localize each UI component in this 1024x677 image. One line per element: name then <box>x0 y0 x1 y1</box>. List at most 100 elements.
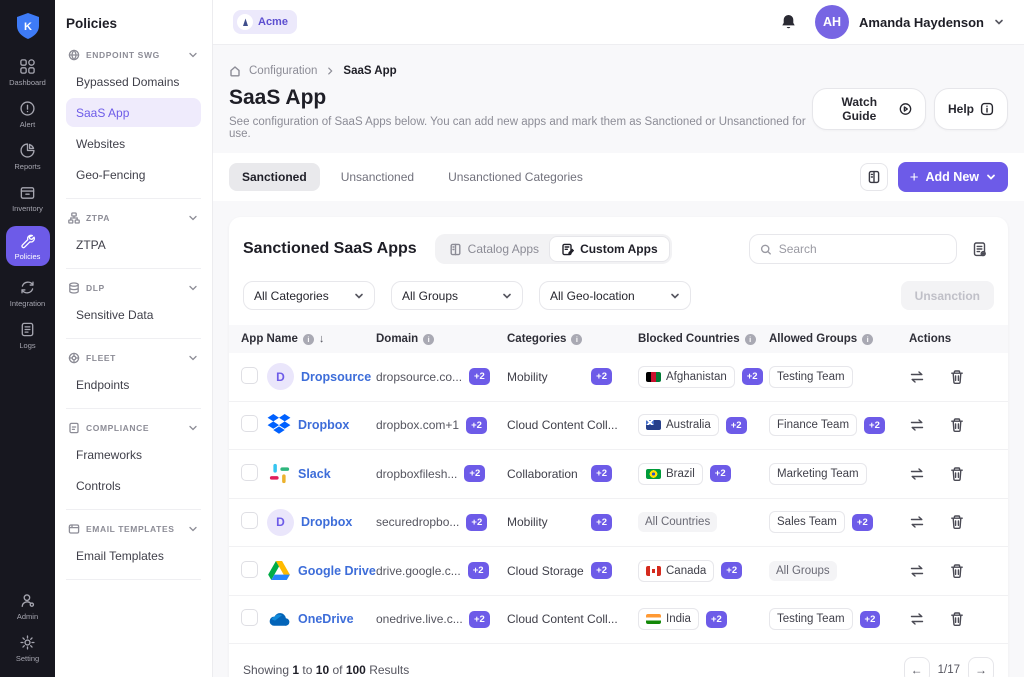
section-email-templates[interactable]: EMAIL TEMPLATES <box>66 519 201 539</box>
next-page-button[interactable]: → <box>968 657 994 677</box>
org-switcher[interactable]: Acme <box>233 10 297 34</box>
add-new-button[interactable]: + Add New <box>898 162 1008 192</box>
app-name-link[interactable]: Dropsource <box>301 370 371 384</box>
flag-afghanistan-icon <box>646 372 661 382</box>
more-badge[interactable]: +2 <box>864 417 885 434</box>
notifications-bell-icon[interactable] <box>780 13 797 31</box>
delete-button[interactable] <box>949 369 965 385</box>
search-input[interactable] <box>779 242 946 256</box>
tab-unsanctioned[interactable]: Unsanctioned <box>328 163 427 191</box>
tab-sanctioned[interactable]: Sanctioned <box>229 163 320 191</box>
svg-text:K: K <box>24 21 32 33</box>
more-badge[interactable]: +2 <box>469 611 490 628</box>
transfer-button[interactable] <box>909 611 925 627</box>
more-badge[interactable]: +2 <box>726 417 747 434</box>
notes-button[interactable] <box>860 163 888 191</box>
row-checkbox[interactable] <box>241 609 258 626</box>
section-compliance[interactable]: COMPLIANCE <box>66 418 201 438</box>
sidebar-item-ztpa[interactable]: ZTPA <box>66 230 201 259</box>
sidebar-item-websites[interactable]: Websites <box>66 129 201 158</box>
more-badge[interactable]: +2 <box>466 514 487 531</box>
sidebar-item-logs[interactable]: Logs <box>19 321 36 350</box>
search-field[interactable] <box>749 234 957 264</box>
app-name-link[interactable]: Slack <box>298 467 331 481</box>
row-checkbox[interactable] <box>241 464 258 481</box>
catalog-apps-button[interactable]: Catalog Apps <box>438 237 550 261</box>
breadcrumb-current: SaaS App <box>343 65 396 77</box>
sidebar-item-dashboard[interactable]: Dashboard <box>9 58 46 87</box>
custom-apps-button[interactable]: Custom Apps <box>549 236 670 262</box>
row-checkbox[interactable] <box>241 415 258 432</box>
delete-button[interactable] <box>949 611 965 627</box>
app-name-link[interactable]: Dropbox <box>298 418 349 432</box>
tab-unsanctioned-categories[interactable]: Unsanctioned Categories <box>435 163 596 191</box>
audit-log-button[interactable] <box>971 241 988 258</box>
help-button[interactable]: Help <box>934 88 1008 130</box>
sidebar-item-reports[interactable]: Reports <box>14 142 40 171</box>
reports-icon <box>19 142 36 159</box>
transfer-button[interactable] <box>909 369 925 385</box>
groups-filter[interactable]: All Groups <box>391 281 523 310</box>
categories-filter[interactable]: All Categories <box>243 281 375 310</box>
table-header: App Namei↓ Domaini Categoriesi Blocked C… <box>229 325 1008 353</box>
info-square-icon <box>980 102 994 116</box>
app-name-link[interactable]: Dropbox <box>301 515 352 529</box>
group-chip: Marketing Team <box>769 463 867 485</box>
delete-button[interactable] <box>949 417 965 433</box>
sidebar-item-alert[interactable]: Alert <box>19 100 36 129</box>
row-checkbox[interactable] <box>241 367 258 384</box>
prev-page-button[interactable]: ← <box>904 657 930 677</box>
more-badge[interactable]: +2 <box>721 562 742 579</box>
section-ztpa[interactable]: ZTPA <box>66 208 201 228</box>
sidebar-item-inventory[interactable]: Inventory <box>12 184 43 213</box>
more-badge[interactable]: +2 <box>591 465 612 482</box>
more-badge[interactable]: +2 <box>464 465 485 482</box>
row-checkbox[interactable] <box>241 561 258 578</box>
transfer-button[interactable] <box>909 563 925 579</box>
sidebar-item-endpoints[interactable]: Endpoints <box>66 370 201 399</box>
sidebar-item-setting[interactable]: Setting <box>16 634 39 663</box>
more-badge[interactable]: +2 <box>710 465 731 482</box>
section-endpoint-swg[interactable]: ENDPOINT SWG <box>66 45 201 65</box>
sidebar-item-saas-app[interactable]: SaaS App <box>66 98 201 127</box>
row-checkbox[interactable] <box>241 512 258 529</box>
more-badge[interactable]: +2 <box>706 611 727 628</box>
sidebar-item-admin[interactable]: Admin <box>17 592 38 621</box>
watch-guide-button[interactable]: Watch Guide <box>812 88 926 130</box>
app-name-link[interactable]: Google Drive <box>298 564 376 578</box>
transfer-button[interactable] <box>909 417 925 433</box>
sidebar-item-bypassed-domains[interactable]: Bypassed Domains <box>66 67 201 96</box>
transfer-button[interactable] <box>909 466 925 482</box>
chevron-down-icon[interactable] <box>994 17 1004 27</box>
breadcrumb-link[interactable]: Configuration <box>249 65 317 77</box>
delete-button[interactable] <box>949 563 965 579</box>
sidebar-item-frameworks[interactable]: Frameworks <box>66 440 201 469</box>
geo-location-filter[interactable]: All Geo-location <box>539 281 691 310</box>
app-name-link[interactable]: OneDrive <box>298 612 354 626</box>
more-badge[interactable]: +2 <box>468 562 489 579</box>
sidebar-item-sensitive-data[interactable]: Sensitive Data <box>66 300 201 329</box>
sidebar-item-integration[interactable]: Integration <box>10 279 45 308</box>
more-badge[interactable]: +2 <box>860 611 881 628</box>
unsanction-button[interactable]: Unsanction <box>901 281 994 310</box>
more-badge[interactable]: +2 <box>466 417 487 434</box>
section-dlp[interactable]: DLP <box>66 278 201 298</box>
more-badge[interactable]: +2 <box>591 368 612 385</box>
sort-desc-icon[interactable]: ↓ <box>319 333 325 345</box>
sidebar-item-controls[interactable]: Controls <box>66 471 201 500</box>
sidebar-item-policies[interactable]: Policies <box>6 226 50 266</box>
mail-icon <box>68 523 80 535</box>
more-badge[interactable]: +2 <box>469 368 490 385</box>
more-badge[interactable]: +2 <box>591 514 612 531</box>
section-fleet[interactable]: FLEET <box>66 348 201 368</box>
policies-icon <box>19 232 36 249</box>
sidebar-item-geo-fencing[interactable]: Geo-Fencing <box>66 160 201 189</box>
delete-button[interactable] <box>949 514 965 530</box>
avatar[interactable]: AH <box>815 5 849 39</box>
more-badge[interactable]: +2 <box>742 368 763 385</box>
sidebar-item-email-templates[interactable]: Email Templates <box>66 541 201 570</box>
more-badge[interactable]: +2 <box>852 514 873 531</box>
transfer-button[interactable] <box>909 514 925 530</box>
more-badge[interactable]: +2 <box>591 562 612 579</box>
delete-button[interactable] <box>949 466 965 482</box>
